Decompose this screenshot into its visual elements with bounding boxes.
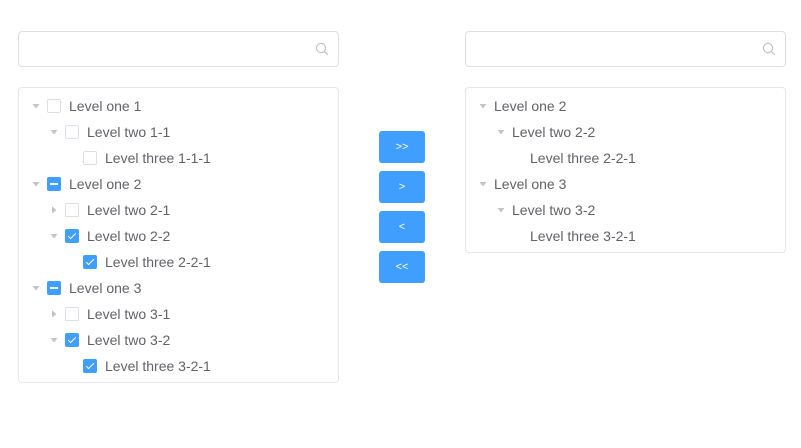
tree-node-label: Level two 3-2 bbox=[512, 202, 596, 218]
caret-down-icon[interactable] bbox=[478, 101, 488, 111]
caret-down-icon[interactable] bbox=[31, 101, 41, 111]
tree-node-level-3[interactable]: Level three 2-2-1 bbox=[67, 249, 211, 275]
caret-down-icon[interactable] bbox=[31, 179, 41, 189]
left-search-input[interactable] bbox=[19, 32, 338, 66]
tree-node-label: Level two 2-2 bbox=[87, 228, 171, 244]
tree-node-label: Level two 3-1 bbox=[87, 306, 171, 322]
tree-node-label: Level three 2-2-1 bbox=[105, 254, 211, 270]
move-all-right-button[interactable]: >> bbox=[379, 131, 425, 163]
tree-node-label: Level three 3-2-1 bbox=[105, 358, 211, 374]
left-tree-panel: Level one 1 Level two 1-1 Level three 1-1-… bbox=[18, 87, 339, 383]
tree-node-level-1[interactable]: Level one 2 bbox=[478, 93, 566, 119]
transfer-component: Level one 1 Level two 1-1 Level three 1-1-… bbox=[0, 0, 801, 448]
left-search-box bbox=[18, 31, 339, 67]
caret-down-icon[interactable] bbox=[49, 127, 59, 137]
tree-node-label: Level three 1-1-1 bbox=[105, 150, 211, 166]
tree-node-checkbox[interactable] bbox=[65, 203, 79, 217]
tree-node-label: Level one 2 bbox=[69, 176, 142, 192]
tree-node-level-3[interactable]: Level three 3-2-1 bbox=[514, 223, 636, 249]
caret-right-icon[interactable] bbox=[49, 205, 59, 215]
tree-node-level-3[interactable]: Level three 1-1-1 bbox=[67, 145, 211, 171]
search-icon[interactable] bbox=[762, 42, 776, 56]
caret-down-icon[interactable] bbox=[478, 179, 488, 189]
tree-node-checkbox[interactable] bbox=[83, 359, 97, 373]
tree-node-level-2[interactable]: Level two 3-2 bbox=[496, 197, 595, 223]
tree-node-level-3[interactable]: Level three 3-2-1 bbox=[67, 353, 211, 379]
caret-down-icon[interactable] bbox=[496, 127, 506, 137]
caret-down-icon[interactable] bbox=[49, 231, 59, 241]
tree-node-level-2[interactable]: Level two 3-1 bbox=[49, 301, 170, 327]
tree-node-label: Level one 3 bbox=[494, 176, 567, 192]
right-search-box bbox=[465, 31, 786, 67]
tree-node-level-3[interactable]: Level three 2-2-1 bbox=[514, 145, 636, 171]
tree-node-checkbox[interactable] bbox=[47, 99, 61, 113]
tree-node-level-2[interactable]: Level two 2-2 bbox=[49, 223, 170, 249]
tree-node-label: Level three 2-2-1 bbox=[530, 150, 636, 166]
tree-node-checkbox[interactable] bbox=[47, 281, 61, 295]
tree-node-level-2[interactable]: Level two 3-2 bbox=[49, 327, 170, 353]
tree-node-label: Level two 2-1 bbox=[87, 202, 171, 218]
search-icon[interactable] bbox=[315, 42, 329, 56]
tree-node-checkbox[interactable] bbox=[65, 125, 79, 139]
move-left-button[interactable]: < bbox=[379, 211, 425, 243]
caret-down-icon[interactable] bbox=[31, 283, 41, 293]
tree-node-label: Level one 3 bbox=[69, 280, 142, 296]
tree-node-level-2[interactable]: Level two 2-1 bbox=[49, 197, 170, 223]
tree-node-level-2[interactable]: Level two 2-2 bbox=[496, 119, 595, 145]
caret-down-icon[interactable] bbox=[496, 205, 506, 215]
right-search-input[interactable] bbox=[466, 32, 785, 66]
tree-node-label: Level two 1-1 bbox=[87, 124, 171, 140]
tree-node-checkbox[interactable] bbox=[83, 151, 97, 165]
tree-node-label: Level one 1 bbox=[69, 98, 142, 114]
tree-node-level-1[interactable]: Level one 3 bbox=[31, 275, 141, 301]
move-all-left-button[interactable]: << bbox=[379, 251, 425, 283]
move-right-button[interactable]: > bbox=[379, 171, 425, 203]
tree-node-level-2[interactable]: Level two 1-1 bbox=[49, 119, 170, 145]
tree-node-checkbox[interactable] bbox=[47, 177, 61, 191]
tree-node-label: Level two 3-2 bbox=[87, 332, 171, 348]
tree-node-level-1[interactable]: Level one 1 bbox=[31, 93, 141, 119]
tree-node-label: Level three 3-2-1 bbox=[530, 228, 636, 244]
caret-down-icon[interactable] bbox=[49, 335, 59, 345]
tree-node-label: Level one 2 bbox=[494, 98, 567, 114]
tree-node-label: Level two 2-2 bbox=[512, 124, 596, 140]
tree-node-level-1[interactable]: Level one 3 bbox=[478, 171, 566, 197]
caret-right-icon[interactable] bbox=[49, 309, 59, 319]
tree-node-checkbox[interactable] bbox=[65, 229, 79, 243]
tree-node-checkbox[interactable] bbox=[83, 255, 97, 269]
right-tree-panel: Level one 2 Level two 2-2 Level three 2-2-… bbox=[465, 87, 786, 253]
tree-node-checkbox[interactable] bbox=[65, 333, 79, 347]
tree-node-checkbox[interactable] bbox=[65, 307, 79, 321]
tree-node-level-1[interactable]: Level one 2 bbox=[31, 171, 141, 197]
